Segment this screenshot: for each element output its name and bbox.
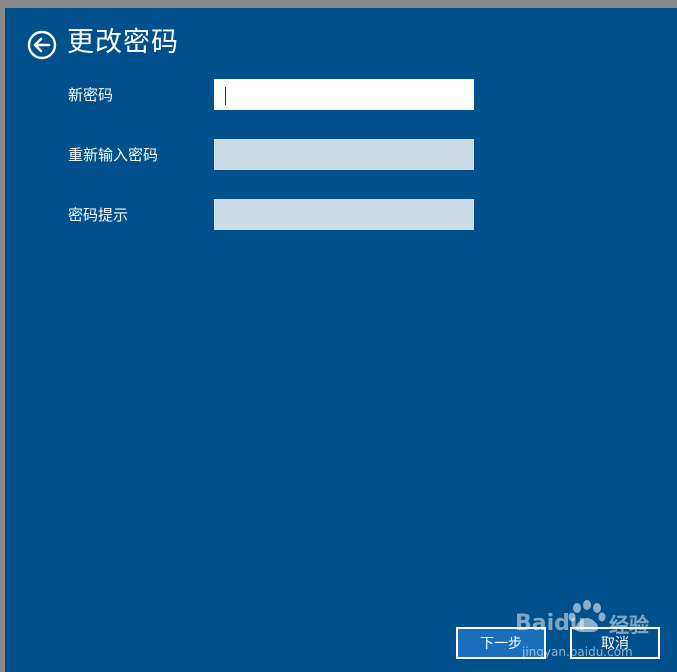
text-caret <box>225 87 226 105</box>
cancel-button[interactable]: 取消 <box>570 627 660 659</box>
new-password-label: 新密码 <box>68 86 114 104</box>
next-button[interactable]: 下一步 <box>456 627 546 659</box>
back-button[interactable] <box>27 30 57 60</box>
back-arrow-circle-icon <box>27 30 57 60</box>
password-hint-label: 密码提示 <box>68 206 129 224</box>
change-password-dialog: 更改密码 新密码 重新输入密码 密码提示 下一步 取消 Baidu 经验 jin… <box>5 8 677 672</box>
confirm-password-field[interactable] <box>214 139 474 170</box>
password-hint-field[interactable] <box>214 199 474 230</box>
page-title: 更改密码 <box>67 27 179 58</box>
confirm-password-label: 重新输入密码 <box>68 146 159 164</box>
new-password-field[interactable] <box>214 79 474 110</box>
